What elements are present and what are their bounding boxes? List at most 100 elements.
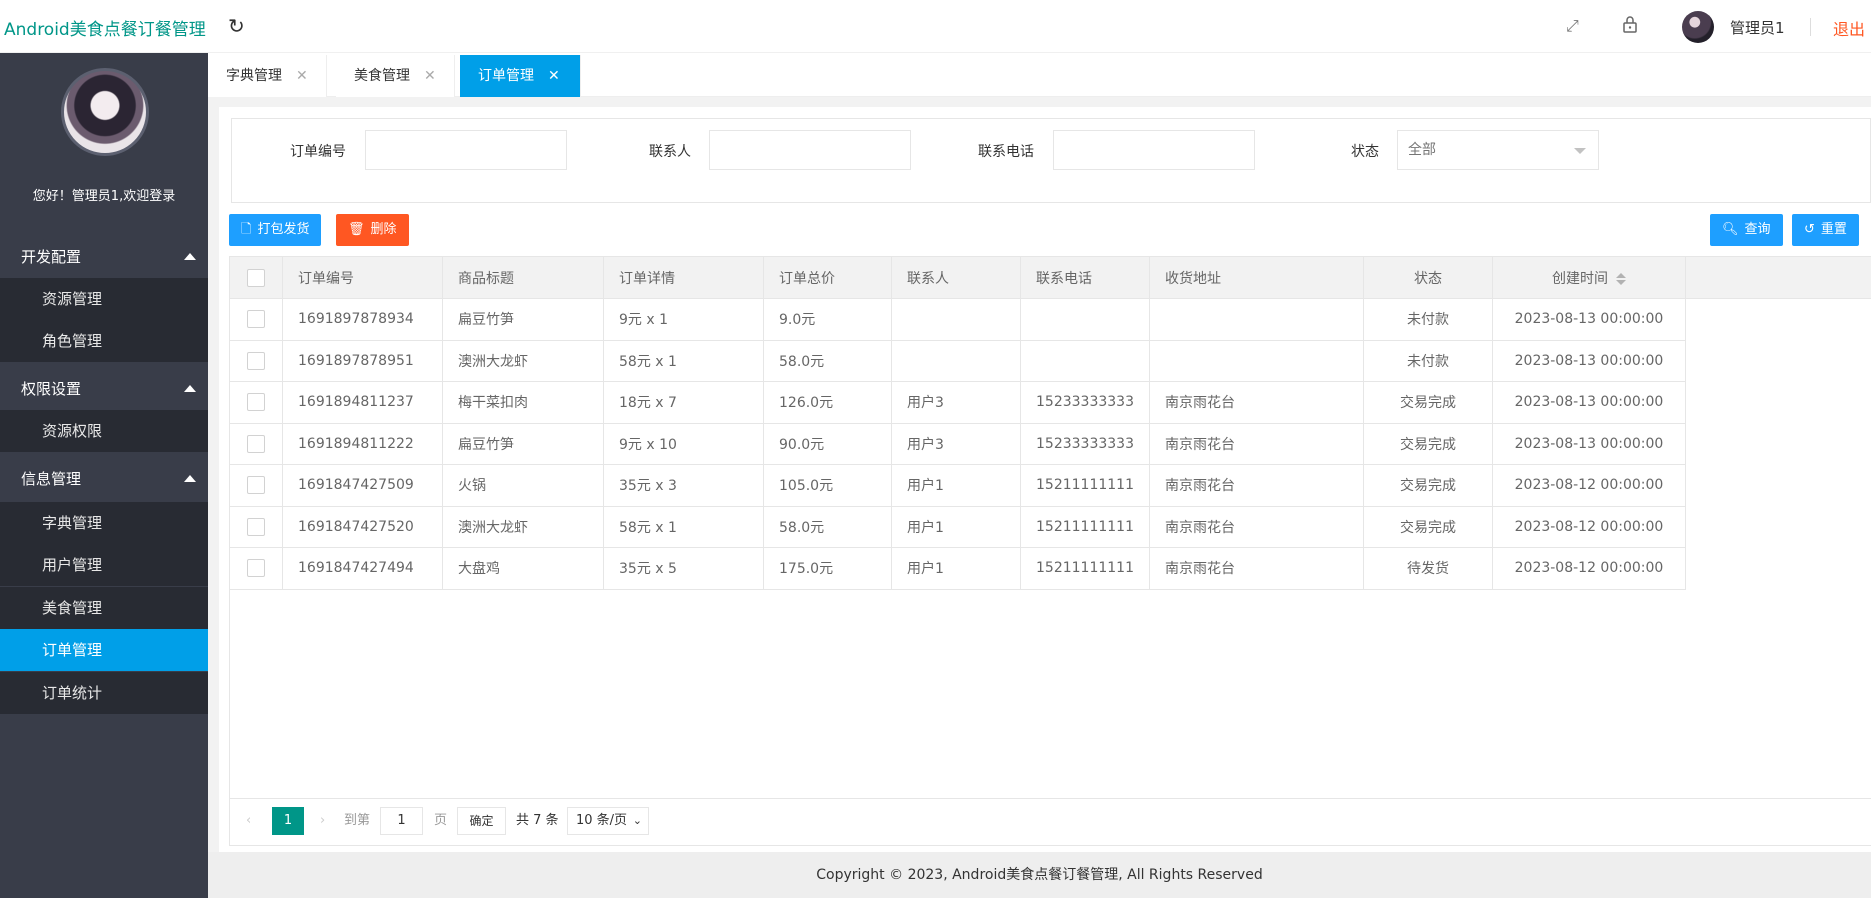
order-no-input[interactable] xyxy=(365,130,567,170)
row-checkbox[interactable] xyxy=(247,434,265,453)
table-cell: 58元 x 1 xyxy=(603,339,764,382)
query-button[interactable]: 🔍︎ 查询 xyxy=(1710,214,1783,246)
table-cell: 15233333333 xyxy=(1020,422,1150,465)
user-name[interactable]: 管理员1 xyxy=(1730,17,1785,38)
sidebar-item-dictionary[interactable]: 字典管理 xyxy=(0,502,208,544)
sidebar-item-users[interactable]: 用户管理 xyxy=(0,544,208,586)
select-all-checkbox-cell[interactable] xyxy=(229,256,283,299)
table-cell: 9元 x 10 xyxy=(603,422,764,465)
table-cell: 2023-08-12 00:00:00 xyxy=(1491,464,1686,507)
page-unit-label: 页 xyxy=(434,813,448,828)
sidebar-group-info-management[interactable]: 信息管理 xyxy=(0,458,208,500)
tab-label: 订单管理 xyxy=(478,68,534,84)
sidebar-group-dev-config[interactable]: 开发配置 xyxy=(0,236,208,278)
sidebar-item-resource-permissions[interactable]: 资源权限 xyxy=(0,410,208,452)
row-checkbox-cell[interactable] xyxy=(229,422,283,465)
avatar[interactable] xyxy=(1682,11,1714,43)
row-checkbox[interactable] xyxy=(247,310,265,329)
table-row[interactable]: 1691847427494 大盘鸡 35元 x 5 175.0元 用户1 15211111… xyxy=(229,547,1686,590)
table-cell: 18元 x 7 xyxy=(603,381,764,424)
table-cell: 58.0元 xyxy=(763,505,892,548)
status-label: 状态 xyxy=(1351,144,1379,160)
goto-confirm-button[interactable]: 确定 xyxy=(457,807,506,835)
table-row[interactable]: 1691897878934 扁豆竹笋 9元 x 1 9.0元 未付款 2023-08-13… xyxy=(229,298,1686,341)
phone-input[interactable] xyxy=(1053,130,1255,170)
close-icon[interactable]: ✕ xyxy=(424,68,436,84)
row-checkbox[interactable] xyxy=(247,476,265,495)
table-cell: 1691847427509 xyxy=(282,464,443,507)
goto-page-input[interactable]: 1 xyxy=(380,807,423,835)
row-checkbox[interactable] xyxy=(247,393,265,412)
table-row[interactable]: 1691847427509 火锅 35元 x 3 105.0元 用户1 152111111… xyxy=(229,464,1686,507)
row-checkbox-cell[interactable] xyxy=(229,339,283,382)
table-cell: 2023-08-13 00:00:00 xyxy=(1491,422,1686,465)
contact-input[interactable] xyxy=(709,130,911,170)
chevron-down-icon xyxy=(1574,148,1586,154)
table-row[interactable]: 1691897878951 澳洲大龙虾 58元 x 1 58.0元 未付款 2023-08… xyxy=(229,339,1686,382)
sidebar-item-role-management[interactable]: 角色管理 xyxy=(0,320,208,362)
table-cell: 交易完成 xyxy=(1362,464,1493,507)
caret-up-icon xyxy=(184,475,196,482)
table-row[interactable]: 1691894811237 梅干菜扣肉 18元 x 7 126.0元 用户3 152333… xyxy=(229,381,1686,424)
column-header-created[interactable]: 创建时间 xyxy=(1491,256,1686,299)
next-page-icon[interactable]: › xyxy=(320,807,325,835)
tab-dictionary[interactable]: 字典管理 ✕ xyxy=(208,55,327,97)
row-checkbox[interactable] xyxy=(247,517,265,536)
table-cell: 58元 x 1 xyxy=(603,505,764,548)
table-cell: 南京雨花台 xyxy=(1148,422,1364,465)
table-cell: 用户1 xyxy=(891,547,1021,590)
table-row[interactable]: 1691894811222 扁豆竹笋 9元 x 10 90.0元 用户3 15233333… xyxy=(229,422,1686,465)
order-no-label: 订单编号 xyxy=(290,144,346,160)
sidebar-item-orders[interactable]: 订单管理 xyxy=(0,629,208,671)
page-size-select[interactable]: 10 条/页 ⌄ xyxy=(567,807,649,835)
ship-button[interactable]: 🗋 打包发货 xyxy=(229,214,322,246)
close-icon[interactable]: ✕ xyxy=(548,68,560,84)
select-all-checkbox[interactable] xyxy=(247,268,265,287)
refresh-icon[interactable]: ↻ xyxy=(228,14,245,38)
sidebar-avatar xyxy=(61,68,149,156)
lock-icon[interactable] xyxy=(1622,15,1638,37)
sidebar-item-resource-management[interactable]: 资源管理 xyxy=(0,278,208,320)
chevron-down-icon: ⌄ xyxy=(632,814,642,827)
table-cell: 2023-08-13 00:00:00 xyxy=(1491,339,1686,382)
row-checkbox-cell[interactable] xyxy=(229,298,283,341)
delete-button[interactable]: 🗑 删除 xyxy=(336,214,409,246)
app-title: Android美食点餐订餐管理 xyxy=(4,20,206,40)
table-cell: 1691894811237 xyxy=(282,381,443,424)
footer: Copyright © 2023, Android美食点餐订餐管理, All R… xyxy=(208,852,1871,898)
table-cell: 1691894811222 xyxy=(282,422,443,465)
caret-up-icon xyxy=(184,253,196,260)
ship-button-label: 打包发货 xyxy=(257,222,310,237)
table-cell: 用户1 xyxy=(891,505,1021,548)
row-checkbox[interactable] xyxy=(247,559,265,578)
tab-orders[interactable]: 订单管理 ✕ xyxy=(460,55,581,97)
sidebar-item-order-stats[interactable]: 订单统计 xyxy=(0,672,208,714)
table-row[interactable]: 1691847427520 澳洲大龙虾 58元 x 1 58.0元 用户1 1521111… xyxy=(229,505,1686,548)
table-header-fill xyxy=(1684,256,1871,299)
pager-divider xyxy=(229,798,1871,799)
status-select[interactable]: 全部 xyxy=(1397,130,1599,170)
reset-button-label: 重置 xyxy=(1820,222,1847,237)
logout-link[interactable]: 退出 xyxy=(1833,16,1865,40)
sidebar-item-label: 订单管理 xyxy=(42,641,103,659)
row-checkbox[interactable] xyxy=(247,351,265,370)
top-header: Android美食点餐订餐管理 ↻ ⤢ 管理员1 退出 xyxy=(0,0,1871,53)
sidebar-group-permissions[interactable]: 权限设置 xyxy=(0,368,208,410)
row-checkbox-cell[interactable] xyxy=(229,464,283,507)
row-checkbox-cell[interactable] xyxy=(229,381,283,424)
table-cell: 15211111111 xyxy=(1020,464,1150,507)
prev-page-icon[interactable]: ‹ xyxy=(246,807,251,835)
table-cell: 用户3 xyxy=(891,422,1021,465)
close-icon[interactable]: ✕ xyxy=(296,68,308,84)
current-page[interactable]: 1 xyxy=(272,807,304,835)
sidebar-item-food[interactable]: 美食管理 xyxy=(0,587,208,629)
fullscreen-icon[interactable]: ⤢ xyxy=(1566,16,1579,36)
table-cell: 2023-08-12 00:00:00 xyxy=(1491,505,1686,548)
sidebar-item-label: 角色管理 xyxy=(42,332,103,350)
tab-food[interactable]: 美食管理 ✕ xyxy=(336,55,455,97)
table-cell: 35元 x 3 xyxy=(603,464,764,507)
row-checkbox-cell[interactable] xyxy=(229,547,283,590)
reset-button[interactable]: ↺ 重置 xyxy=(1792,214,1859,246)
sort-icon[interactable] xyxy=(1615,272,1626,285)
row-checkbox-cell[interactable] xyxy=(229,505,283,548)
